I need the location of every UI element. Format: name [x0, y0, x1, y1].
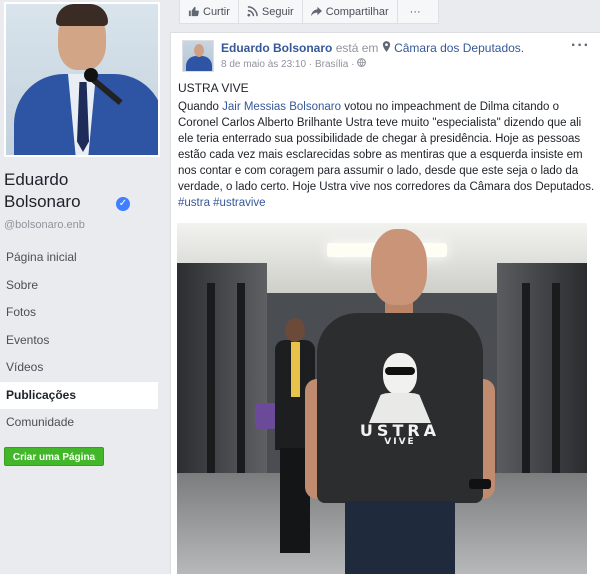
like-label: Curtir [203, 5, 230, 18]
photo-door-frame [237, 283, 245, 493]
nav-item-photos[interactable]: Fotos [0, 299, 158, 327]
author-avatar[interactable] [182, 40, 214, 72]
photo-door-frame [207, 283, 215, 493]
post-city[interactable]: Brasília [315, 59, 348, 70]
page-name-text: Eduardo Bolsonaro [4, 170, 81, 211]
post-title: USTRA VIVE [178, 81, 249, 95]
print-coat [369, 393, 431, 423]
bg-person-tie [291, 342, 300, 397]
page-sidebar: Eduardo Bolsonaro ✓ @bolsonaro.enb Página… [0, 0, 166, 574]
post-author-line: Eduardo Bolsonaro está em Câmara dos Dep… [221, 41, 524, 55]
follow-label: Seguir [261, 5, 294, 18]
post-card: Eduardo Bolsonaro está em Câmara dos Dep… [170, 32, 600, 574]
avatar-head [194, 44, 204, 57]
location-pin-icon [382, 41, 390, 52]
post-author-link[interactable]: Eduardo Bolsonaro [221, 41, 332, 55]
share-button[interactable]: Compartilhar [303, 0, 398, 24]
wristwatch-icon [469, 479, 491, 489]
post-body-text: votou no impeachment de Dilma citando o … [178, 101, 595, 193]
nav-item-about[interactable]: Sobre [0, 272, 158, 300]
post-options-button[interactable]: ··· [571, 37, 590, 55]
globe-icon [357, 58, 367, 67]
print-subtext: VIVE [384, 437, 416, 447]
post-body: Quando Jair Messias Bolsonaro votou no i… [178, 99, 596, 211]
nav-item-community[interactable]: Comunidade [0, 409, 158, 437]
share-label: Compartilhar [325, 5, 389, 18]
page-handle[interactable]: @bolsonaro.enb [4, 219, 85, 231]
bg-person-head [285, 318, 305, 342]
thumbs-up-icon [188, 6, 199, 17]
nav-item-videos[interactable]: Vídeos [0, 354, 158, 382]
nav-item-posts[interactable]: Publicações [0, 381, 158, 409]
mentioned-profile-link[interactable]: Jair Messias Bolsonaro [222, 101, 341, 113]
post-place-link[interactable]: Câmara dos Deputados. [394, 41, 524, 55]
main-person-head [371, 229, 427, 305]
profile-picture-hair [56, 4, 108, 26]
like-button[interactable]: Curtir [180, 0, 239, 24]
create-page-button[interactable]: Criar uma Página [4, 447, 104, 466]
photo-main-person: USTRA VIVE [305, 229, 495, 574]
rss-icon [247, 6, 258, 17]
post-is-at: está em [335, 41, 379, 55]
page-nav: Página inicial Sobre Fotos Eventos Vídeo… [0, 244, 158, 437]
post-body-intro: Quando [178, 101, 223, 113]
share-arrow-icon [310, 6, 322, 17]
verified-check-icon: ✓ [116, 197, 130, 211]
photo-purple-bag [255, 403, 277, 429]
more-actions-button[interactable]: ··· [398, 0, 433, 24]
photo-door-frame [522, 283, 530, 493]
post-hashtags[interactable]: #ustra #ustravive [178, 197, 266, 209]
tshirt-print: USTRA VIVE [355, 353, 445, 447]
post-timestamp[interactable]: 8 de maio às 23:10 [221, 59, 306, 70]
main-person-jeans [345, 501, 455, 574]
follow-button[interactable]: Seguir [239, 0, 303, 24]
nav-item-home[interactable]: Página inicial [0, 244, 158, 272]
post-meta: 8 de maio às 23:10 · Brasília · [221, 58, 367, 70]
photo-door-frame [552, 283, 560, 493]
avatar-body [186, 56, 212, 71]
print-sunglasses [385, 367, 415, 375]
page-name-heading[interactable]: Eduardo Bolsonaro ✓ [4, 169, 130, 213]
profile-picture[interactable] [4, 2, 160, 157]
nav-item-events[interactable]: Eventos [0, 327, 158, 355]
post-photo[interactable]: USTRA VIVE [177, 223, 587, 574]
microphone-icon [84, 68, 98, 82]
page-action-bar: Curtir Seguir Compartilhar ··· [179, 0, 439, 24]
